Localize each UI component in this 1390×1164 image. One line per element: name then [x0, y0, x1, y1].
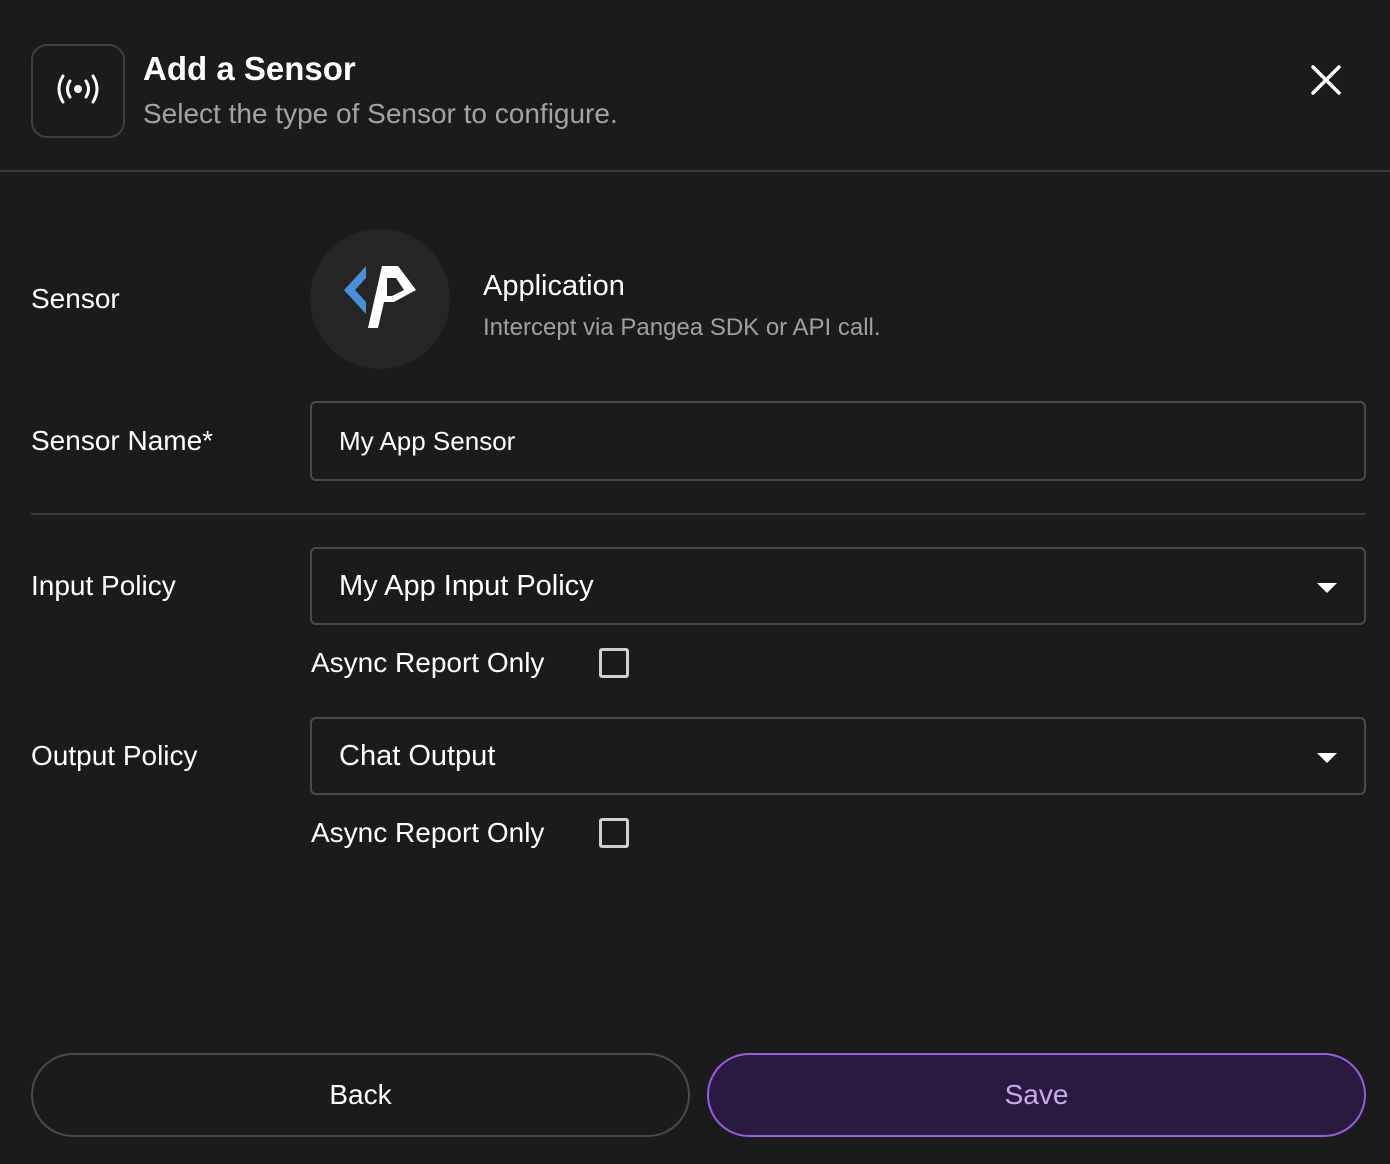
- back-button[interactable]: Back: [31, 1053, 690, 1137]
- dialog-subtitle: Select the type of Sensor to configure.: [143, 98, 618, 129]
- sensor-name-field[interactable]: [310, 401, 1366, 481]
- output-async-report-checkbox[interactable]: [599, 818, 629, 848]
- header-icon-box: [31, 44, 125, 138]
- chevron-down-icon: [1317, 583, 1337, 593]
- broadcast-icon: [56, 74, 100, 109]
- save-button[interactable]: Save: [707, 1053, 1366, 1137]
- input-policy-select[interactable]: My App Input Policy: [310, 547, 1366, 625]
- sensor-type-name: Application: [483, 270, 625, 302]
- code-brackets-icon: [340, 262, 420, 337]
- section-divider: [31, 513, 1366, 515]
- sensor-name-input[interactable]: [339, 425, 1364, 457]
- sensor-name-label: Sensor Name*: [31, 425, 214, 456]
- input-policy-label: Input Policy: [31, 570, 176, 601]
- sensor-logo: [310, 229, 450, 369]
- input-async-report-checkbox[interactable]: [599, 648, 629, 678]
- close-button[interactable]: [1302, 58, 1350, 106]
- add-sensor-dialog: Add a Sensor Select the type of Sensor t…: [0, 0, 1390, 1164]
- dialog-header: Add a Sensor Select the type of Sensor t…: [0, 0, 1390, 172]
- output-async-report-label: Async Report Only: [311, 817, 545, 848]
- sensor-type-description: Intercept via Pangea SDK or API call.: [483, 314, 881, 341]
- output-policy-selected-value: Chat Output: [339, 739, 496, 772]
- close-icon: [1310, 64, 1342, 101]
- output-policy-label: Output Policy: [31, 740, 198, 771]
- input-async-report-label: Async Report Only: [311, 647, 545, 678]
- sensor-label: Sensor: [31, 283, 120, 314]
- input-policy-selected-value: My App Input Policy: [339, 569, 594, 602]
- dialog-title: Add a Sensor: [143, 50, 356, 87]
- output-policy-select[interactable]: Chat Output: [310, 717, 1366, 795]
- chevron-down-icon: [1317, 753, 1337, 763]
